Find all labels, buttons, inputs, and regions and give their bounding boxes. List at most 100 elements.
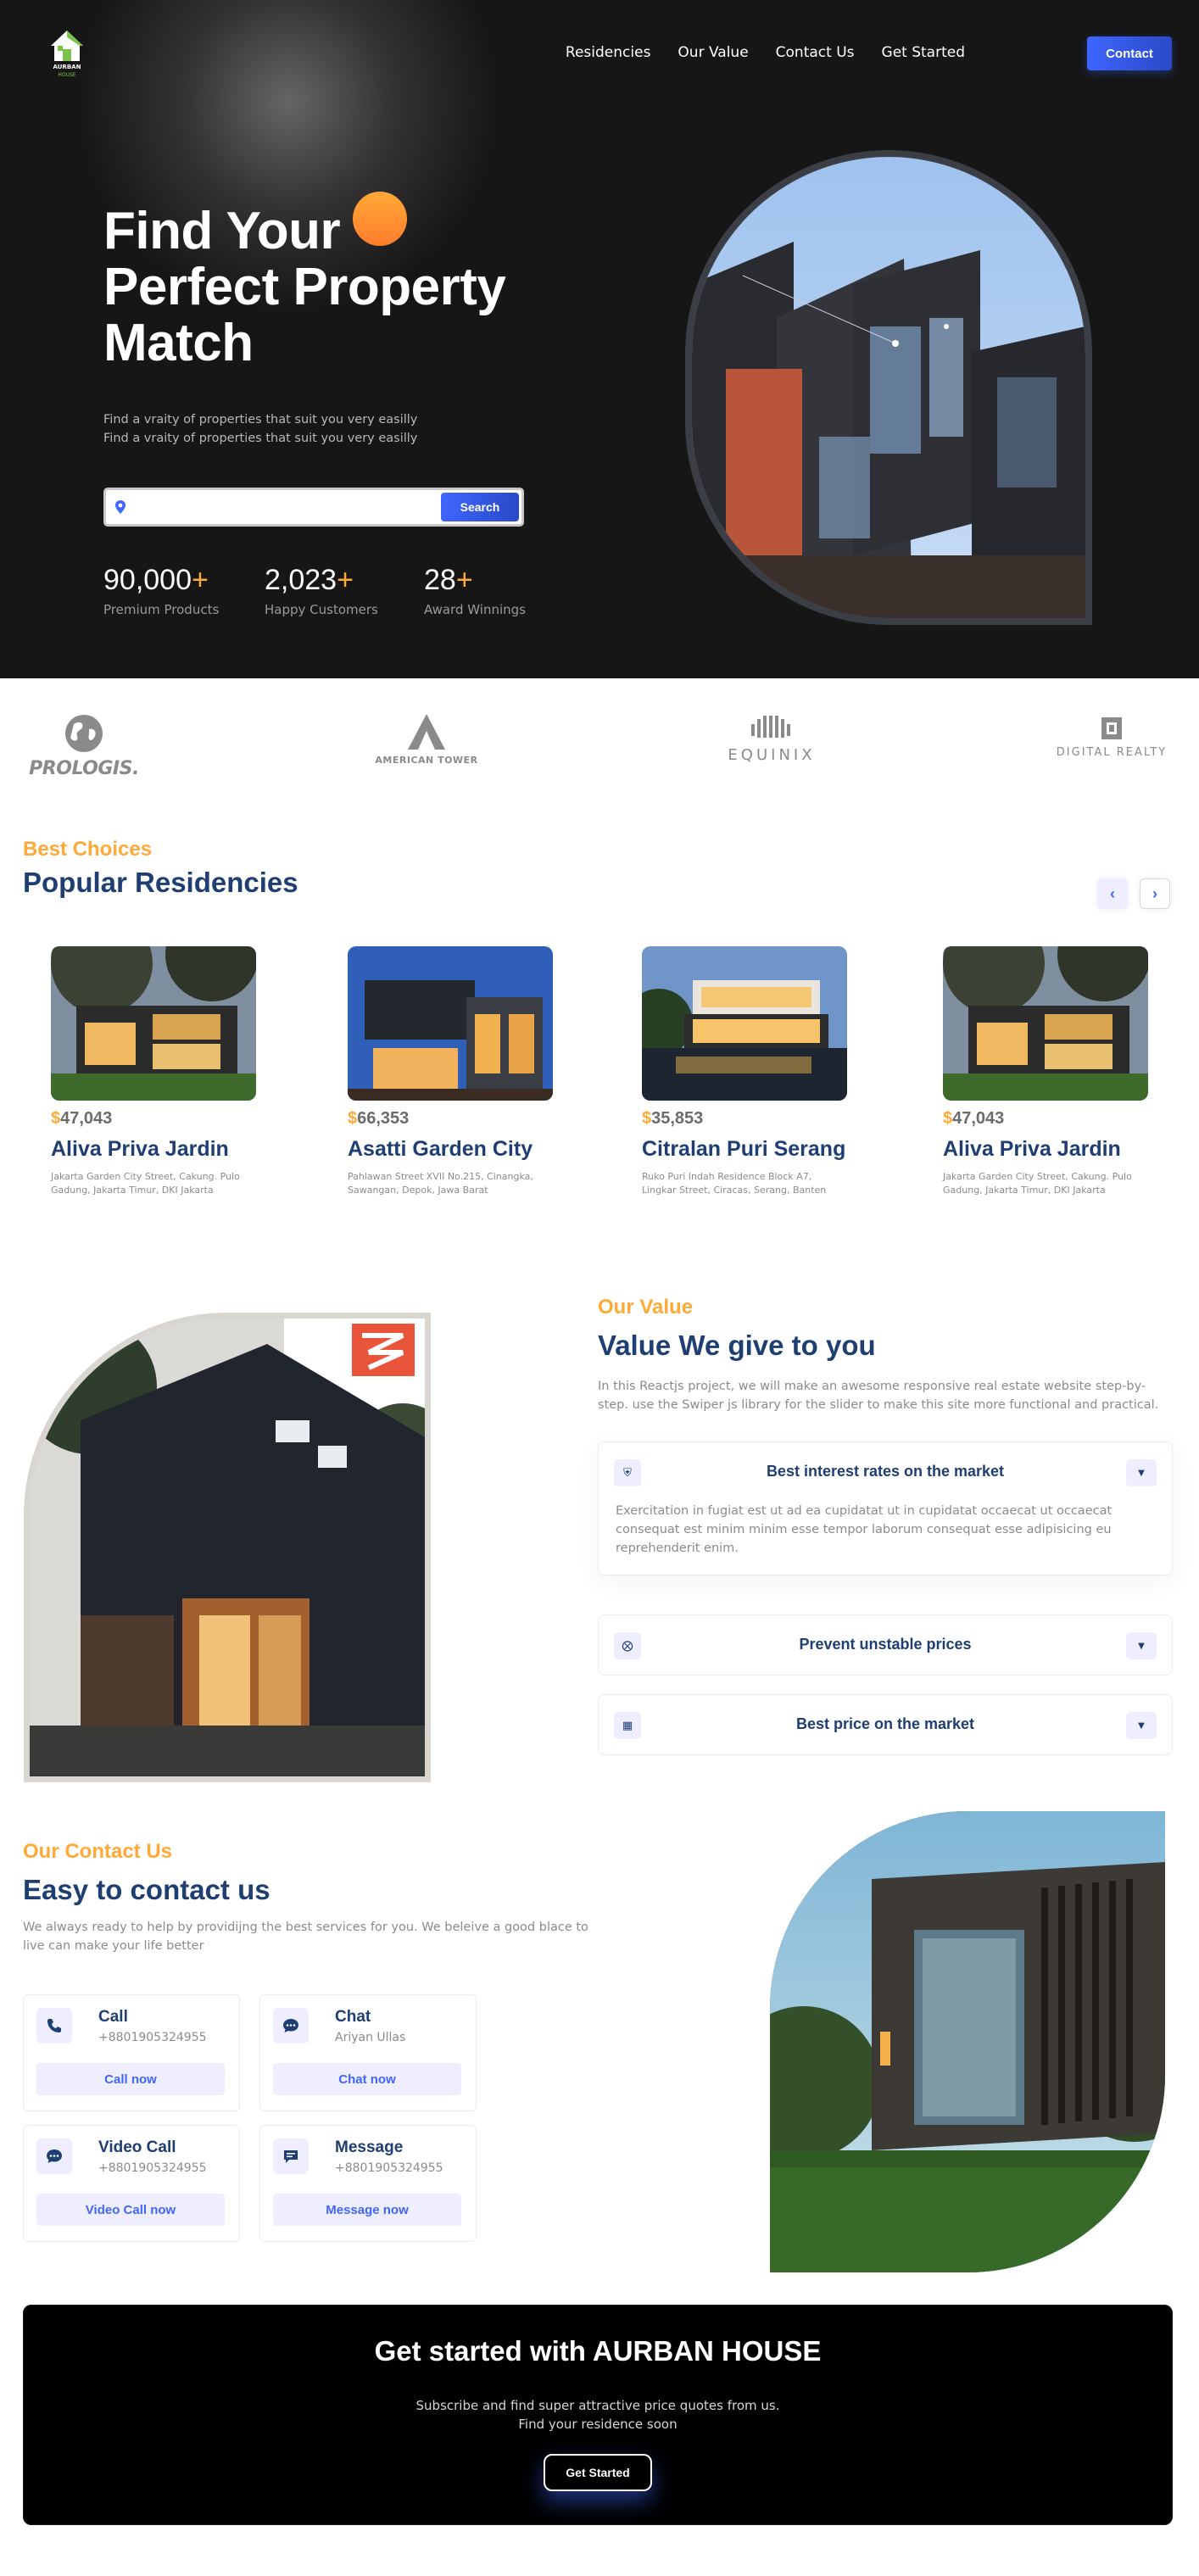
hero-stats: 90,000+ Premium Products 2,023+ Happy Cu… — [103, 563, 585, 617]
accordion-title: Best price on the market — [795, 1715, 975, 1732]
stat-premium-products: 90,000+ Premium Products — [103, 563, 265, 617]
message-now-button[interactable]: Message now — [273, 2194, 461, 2226]
residency-image — [51, 946, 256, 1101]
contact-mode-message: Message +8801905324955 Message now — [259, 2125, 477, 2242]
chevron-down-icon[interactable]: ▼ — [1126, 1632, 1157, 1659]
accordion-body: Exercitation in fugiat est ut ad ea cupi… — [616, 1504, 1113, 1555]
get-started-subtitle: Subscribe and find super attractive pric… — [23, 2396, 1173, 2434]
price-currency: $ — [348, 1109, 358, 1128]
hero-section: AURBAN HOUSE Residencies Our Value Conta… — [0, 0, 1199, 678]
contact-mode-title: Message — [335, 2138, 404, 2156]
nav-links: Residencies Our Value Contact Us Get Sta… — [566, 44, 965, 61]
brand-name: AMERICAN TOWER — [375, 755, 478, 766]
hero-title-line: Find Your — [103, 202, 341, 260]
tower-icon — [408, 714, 445, 750]
chevron-left-icon: ‹ — [1110, 884, 1115, 902]
hero-title-line: Perfect Property — [103, 258, 506, 316]
contact-description: We always ready to help by providijng th… — [23, 1921, 588, 1953]
nav-link-get-started[interactable]: Get Started — [882, 44, 965, 61]
chat-now-button[interactable]: Chat now — [273, 2063, 461, 2095]
stat-plus: + — [192, 564, 209, 596]
contact-mode-title: Chat — [335, 2008, 371, 2026]
brand-name: PROLOGIS. — [29, 758, 139, 779]
value-section: Our Value Value We give to you In this R… — [0, 1296, 1199, 1804]
chevron-down-icon[interactable]: ▼ — [1126, 1459, 1157, 1486]
nav-link-residencies[interactable]: Residencies — [566, 44, 651, 61]
residency-card[interactable]: $35,853 Citralan Puri Serang Ruko Puri I… — [616, 946, 862, 1197]
hero-image — [685, 150, 1092, 625]
chat-icon — [273, 2008, 309, 2044]
video-call-now-button[interactable]: Video Call now — [36, 2194, 225, 2226]
top-nav: AURBAN HOUSE Residencies Our Value Conta… — [0, 0, 1199, 109]
search-button[interactable]: Search — [441, 493, 519, 521]
residencies-title: Popular Residencies — [23, 867, 298, 898]
accordion-item[interactable]: ▦ Best price on the market ▼ — [598, 1694, 1173, 1755]
nav-link-our-value[interactable]: Our Value — [678, 44, 748, 61]
logo-text-house: HOUSE — [58, 72, 75, 78]
hero-title: Find Your Perfect Property Match — [103, 204, 578, 371]
residency-address: Pahlawan Street XVII No.215, Cinangka, S… — [348, 1171, 533, 1196]
contact-button[interactable]: Contact — [1087, 36, 1172, 70]
stat-value: 90,000 — [103, 564, 192, 596]
nav-link-contact-us[interactable]: Contact Us — [776, 44, 855, 61]
search-bar: Search — [103, 488, 524, 527]
contact-mode-video-call: Video Call +8801905324955 Video Call now — [23, 2125, 240, 2242]
contact-title: Easy to contact us — [23, 1874, 270, 1905]
brands-strip: PROLOGIS. AMERICAN TOWER EQUINIX DIGITAL… — [0, 678, 1199, 838]
contact-mode-chat: Chat Ariyan Ullas Chat now — [259, 1994, 477, 2111]
shield-icon: ⛨ — [614, 1459, 641, 1486]
stat-label: Happy Customers — [265, 602, 378, 617]
residency-address: Jakarta Garden City Street, Cakung. Pulo… — [51, 1171, 240, 1196]
residency-card[interactable]: $47,043 Aliva Priva Jardin Jakarta Garde… — [917, 946, 1163, 1197]
accordion-title: Prevent unstable prices — [799, 1636, 972, 1653]
residency-address: Jakarta Garden City Street, Cakung. Pulo… — [943, 1171, 1132, 1196]
get-started-banner: Get started with AURBAN HOUSE Subscribe … — [23, 2305, 1173, 2525]
brand-name: EQUINIX — [728, 746, 816, 764]
residency-address: Ruko Puri Indah Residence Block A7, Ling… — [642, 1171, 827, 1196]
get-started-title: Get started with AURBAN HOUSE — [374, 2335, 822, 2367]
brand-prologis: PROLOGIS. — [29, 712, 139, 779]
get-started-subtitle-line: Find your residence soon — [518, 2417, 678, 2432]
residencies-eyebrow: Best Choices — [23, 838, 153, 861]
price-currency: $ — [51, 1109, 61, 1128]
stat-award-winnings: 28+ Award Winnings — [424, 563, 585, 617]
get-started-section: Get started with AURBAN HOUSE Subscribe … — [0, 2305, 1199, 2576]
brand-digital-realty: DIGITAL REALTY — [1048, 712, 1175, 759]
accordion-title: Best interest rates on the market — [766, 1463, 1005, 1480]
get-started-button[interactable]: Get Started — [544, 2454, 652, 2491]
stat-plus: + — [337, 564, 354, 596]
chevron-down-icon[interactable]: ▼ — [1126, 1712, 1157, 1739]
brand-name: DIGITAL REALTY — [1056, 746, 1168, 759]
slider-next-button[interactable]: › — [1140, 878, 1170, 909]
stat-plus: + — [455, 564, 473, 596]
accordion-item[interactable]: ⨂ Prevent unstable prices ▼ — [598, 1614, 1173, 1676]
residency-image — [642, 946, 847, 1101]
stat-value: 2,023 — [265, 564, 337, 596]
value-title: Value We give to you — [598, 1330, 876, 1361]
slider-controls: ‹ › — [1097, 878, 1170, 909]
contact-eyebrow: Our Contact Us — [23, 1840, 173, 1863]
residency-card[interactable]: $66,353 Asatti Garden City Pahlawan Stre… — [322, 946, 568, 1197]
price-value: 47,043 — [60, 1109, 113, 1128]
residency-name: Aliva Priva Jardin — [51, 1137, 229, 1161]
residency-card[interactable]: $47,043 Aliva Priva Jardin Jakarta Garde… — [25, 946, 271, 1197]
digital-realty-icon — [1101, 717, 1122, 739]
price-value: 66,353 — [357, 1109, 410, 1128]
residency-name: Citralan Puri Serang — [642, 1137, 846, 1161]
slider-prev-button[interactable]: ‹ — [1097, 878, 1128, 909]
call-now-button[interactable]: Call now — [36, 2063, 225, 2095]
chevron-right-icon: › — [1152, 884, 1157, 902]
search-input[interactable] — [135, 495, 457, 521]
value-eyebrow: Our Value — [598, 1296, 694, 1319]
accordion-item[interactable]: ⛨ Best interest rates on the market ▼ Ex… — [598, 1441, 1173, 1575]
price-value: 35,853 — [651, 1109, 704, 1128]
contact-section: Our Contact Us Easy to contact us We alw… — [0, 1804, 1199, 2305]
close-circle-icon: ⨂ — [614, 1632, 641, 1659]
residency-name: Aliva Priva Jardin — [943, 1137, 1121, 1161]
hero-subtitle: Find a vraity of properties that suit yo… — [103, 410, 417, 448]
hero-subtitle-line: Find a vraity of properties that suit yo… — [103, 432, 418, 445]
logo[interactable]: AURBAN HOUSE — [46, 29, 88, 80]
globe-icon — [65, 715, 103, 752]
contact-mode-value: Ariyan Ullas — [335, 2031, 406, 2044]
residency-image — [943, 946, 1148, 1101]
